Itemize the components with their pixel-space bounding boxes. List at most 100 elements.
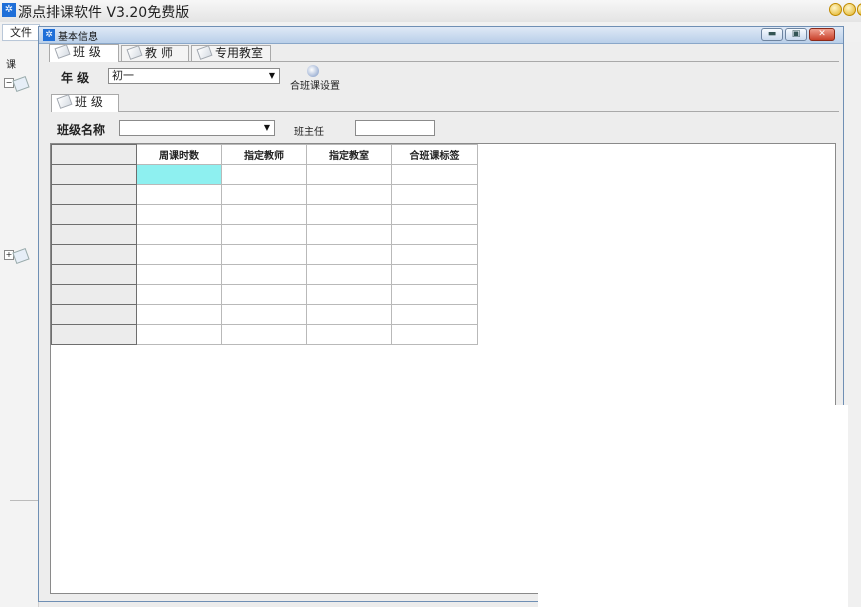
tree-node-icon <box>12 247 30 265</box>
child-close-button[interactable]: ✕ <box>809 28 835 41</box>
table-row <box>51 304 478 325</box>
child-minimize-button[interactable]: ▬ <box>761 28 783 41</box>
grid-cell[interactable] <box>391 264 478 285</box>
row-header-cell[interactable] <box>51 244 137 265</box>
tree-node-icon <box>12 75 30 93</box>
subtab-class[interactable]: 班 级 <box>51 94 119 112</box>
row-header-cell[interactable] <box>51 184 137 205</box>
grid-cell[interactable] <box>391 244 478 265</box>
grid-cell[interactable] <box>136 284 222 305</box>
table-row <box>51 244 478 265</box>
table-row <box>51 184 478 205</box>
menu-file[interactable]: 文件 <box>2 24 40 41</box>
row-header-cell[interactable] <box>51 204 137 225</box>
grid-cell[interactable] <box>136 324 222 345</box>
subtab-class-label: 班 级 <box>75 95 103 109</box>
grid-cell[interactable] <box>306 164 392 185</box>
grid-cell[interactable] <box>221 224 307 245</box>
grid-cell[interactable] <box>306 324 392 345</box>
grid-cell[interactable] <box>221 324 307 345</box>
grid-cell[interactable] <box>306 264 392 285</box>
grid-cell[interactable] <box>306 204 392 225</box>
grid-cell[interactable] <box>221 184 307 205</box>
grid-header-row: 周课时数 指定教师 指定教室 合班课标签 <box>51 144 478 165</box>
grid-cell[interactable] <box>306 184 392 205</box>
class-name-select[interactable]: ▼ <box>119 120 275 136</box>
grid-cell[interactable] <box>136 264 222 285</box>
row-header-cell[interactable] <box>51 264 137 285</box>
grade-select-value: 初一 <box>112 69 134 82</box>
left-dock-panel: 课 − + <box>0 42 39 607</box>
head-teacher-input[interactable] <box>355 120 435 136</box>
merge-class-icon <box>307 65 319 77</box>
grid-cell[interactable] <box>391 204 478 225</box>
grid-cell[interactable] <box>391 304 478 325</box>
subtab-strip-border <box>119 111 839 112</box>
app-title: 源点排课软件 V3.20免费版 <box>18 5 190 21</box>
grid-cell[interactable] <box>221 304 307 325</box>
grid-corner-cell <box>51 144 137 165</box>
grid-cell[interactable] <box>136 184 222 205</box>
child-restore-button[interactable]: ▣ <box>785 28 807 41</box>
col-header-assigned-teacher[interactable]: 指定教师 <box>221 144 307 165</box>
grid-cell[interactable] <box>221 204 307 225</box>
merge-class-settings-label: 合班课设置 <box>290 81 340 92</box>
grid-cell[interactable] <box>306 224 392 245</box>
grid-cell[interactable] <box>391 324 478 345</box>
table-row <box>51 164 478 185</box>
app-title-bar: ✲ 源点排课软件 V3.20免费版 <box>0 0 861 23</box>
tab-icon <box>196 45 213 60</box>
class-grid-table: 周课时数 指定教师 指定教室 合班课标签 <box>51 144 478 345</box>
class-name-label: 班级名称 <box>57 123 106 137</box>
grid-cell[interactable] <box>221 284 307 305</box>
chevron-down-icon[interactable]: ▼ <box>260 121 274 135</box>
tab-class[interactable]: 班 级 <box>49 44 119 62</box>
col-header-weekly-hours[interactable]: 周课时数 <box>136 144 222 165</box>
grid-cell[interactable] <box>136 304 222 325</box>
table-row <box>51 284 478 305</box>
minimize-window-icon[interactable] <box>829 3 842 16</box>
grid-cell[interactable] <box>306 304 392 325</box>
tab-class-label: 班 级 <box>73 45 101 59</box>
close-window-icon[interactable] <box>857 3 861 16</box>
tab-strip-border <box>119 61 839 62</box>
merge-class-settings-button[interactable]: 合班课设置 <box>285 65 345 95</box>
child-window-icon: ✲ <box>43 29 55 41</box>
grid-cell[interactable] <box>391 224 478 245</box>
row-header-cell[interactable] <box>51 304 137 325</box>
row-header-cell[interactable] <box>51 164 137 185</box>
app-logo-icon: ✲ <box>2 3 16 17</box>
grid-cell[interactable] <box>306 244 392 265</box>
tab-icon <box>56 94 73 109</box>
row-header-cell[interactable] <box>51 324 137 345</box>
tab-teacher[interactable]: 教 师 <box>121 45 189 62</box>
grade-select[interactable]: 初一 ▼ <box>108 68 280 84</box>
grid-cell[interactable] <box>221 164 307 185</box>
tab-special-room-label: 专用教室 <box>215 46 264 60</box>
tab-icon <box>54 44 71 59</box>
grid-cell[interactable] <box>221 264 307 285</box>
grid-cell-selected[interactable] <box>136 164 222 185</box>
overlay-patch <box>538 405 848 607</box>
panel-divider <box>10 500 38 501</box>
grid-cell[interactable] <box>136 204 222 225</box>
tab-icon <box>126 45 143 60</box>
maximize-window-icon[interactable] <box>843 3 856 16</box>
grid-cell[interactable] <box>221 244 307 265</box>
table-row <box>51 324 478 345</box>
row-header-cell[interactable] <box>51 284 137 305</box>
col-header-merge-tag[interactable]: 合班课标签 <box>391 144 478 165</box>
grid-cell[interactable] <box>306 284 392 305</box>
grid-cell[interactable] <box>391 164 478 185</box>
col-header-assigned-room[interactable]: 指定教室 <box>306 144 392 165</box>
tab-teacher-label: 教 师 <box>145 46 173 60</box>
grid-cell[interactable] <box>391 284 478 305</box>
grid-cell[interactable] <box>136 244 222 265</box>
grid-cell[interactable] <box>391 184 478 205</box>
grid-cell[interactable] <box>136 224 222 245</box>
chevron-down-icon[interactable]: ▼ <box>265 69 279 83</box>
table-row <box>51 224 478 245</box>
row-header-cell[interactable] <box>51 224 137 245</box>
head-teacher-label: 班主任 <box>294 127 324 138</box>
tab-special-room[interactable]: 专用教室 <box>191 45 271 62</box>
